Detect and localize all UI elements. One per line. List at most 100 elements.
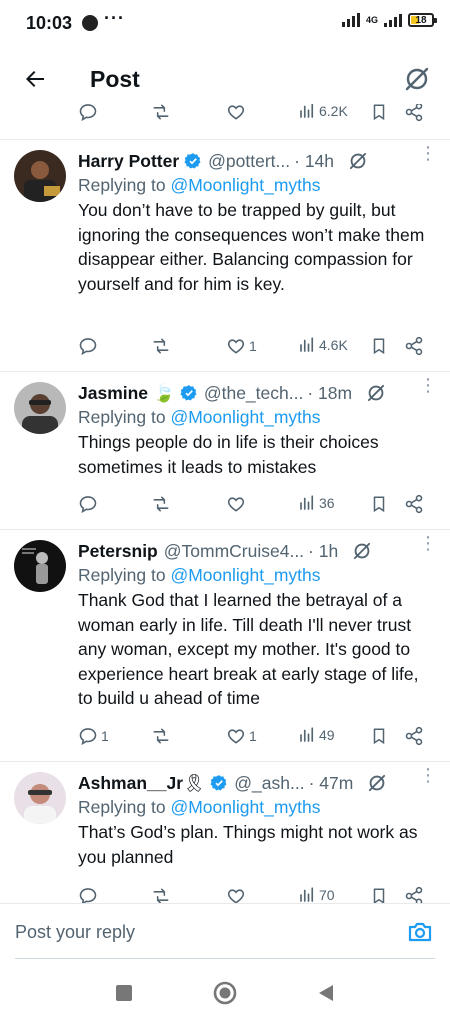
reply-icon	[79, 496, 97, 514]
like-button[interactable]	[226, 886, 246, 903]
post-header: Petersnip @TommCruise4... · 1h	[78, 538, 438, 564]
reply-button[interactable]	[78, 104, 98, 122]
grok-icon[interactable]	[366, 383, 386, 403]
like-button[interactable]: 1	[226, 336, 257, 356]
avatar[interactable]	[14, 382, 66, 434]
reply-input-underline	[15, 958, 435, 959]
mention-link[interactable]: @Moonlight_myths	[170, 565, 320, 585]
like-button[interactable]	[226, 494, 249, 514]
mention-link[interactable]: @Moonlight_myths	[170, 175, 320, 195]
views-button[interactable]: 36	[298, 494, 335, 512]
avatar[interactable]	[14, 150, 66, 202]
post-time[interactable]: · 1h	[308, 541, 338, 562]
reply-post[interactable]: Harry Potter @pottert... · 14h ⋮ Replyin…	[0, 140, 450, 372]
share-button[interactable]	[404, 886, 424, 903]
repost-button[interactable]	[150, 726, 175, 746]
like-icon	[227, 889, 245, 903]
signal-icon-2	[384, 13, 402, 27]
replying-label: Replying to	[78, 175, 166, 195]
bookmark-button[interactable]	[370, 104, 388, 122]
post-header: Ashman__Jr 🎗 @_ash... · 47m	[78, 770, 438, 796]
post-time[interactable]: · 14h	[294, 151, 334, 172]
grok-icon[interactable]	[367, 773, 387, 793]
more-icon[interactable]: ⋮	[418, 530, 438, 556]
bookmark-button[interactable]	[370, 336, 388, 356]
post-header: Harry Potter @pottert... · 14h	[78, 148, 438, 174]
like-icon	[227, 497, 245, 512]
replying-to: Replying to @Moonlight_myths	[78, 797, 321, 818]
reply-button[interactable]	[78, 494, 101, 514]
user-handle[interactable]: @pottert...	[208, 151, 290, 172]
views-button[interactable]: 4.6K	[298, 336, 348, 354]
display-name[interactable]: Petersnip	[78, 541, 158, 562]
more-icon[interactable]: ⋮	[418, 140, 438, 166]
share-button[interactable]	[404, 104, 424, 122]
post-time[interactable]: · 18m	[307, 383, 352, 404]
views-icon	[300, 727, 314, 742]
share-button[interactable]	[404, 726, 424, 746]
verified-badge-icon	[210, 774, 228, 792]
bookmark-button[interactable]	[370, 726, 388, 746]
views-count: 49	[319, 727, 335, 743]
user-handle[interactable]: @TommCruise4...	[164, 541, 304, 562]
share-button[interactable]	[404, 494, 424, 514]
reply-button[interactable]: 1	[78, 726, 109, 746]
reply-post[interactable]: Petersnip @TommCruise4... · 1h ⋮ Replyin…	[0, 530, 450, 762]
previous-post-actions: 6.2K	[0, 104, 450, 140]
camera-button[interactable]	[406, 918, 434, 946]
share-button[interactable]	[404, 336, 424, 356]
views-count: 36	[319, 495, 335, 511]
reply-icon	[79, 338, 97, 356]
replying-to: Replying to @Moonlight_myths	[78, 565, 321, 586]
grok-icon[interactable]	[352, 541, 372, 561]
replying-label: Replying to	[78, 565, 166, 585]
bookmark-icon	[373, 104, 385, 121]
post-text: Thank God that I learned the betrayal of…	[78, 590, 419, 708]
back-button[interactable]	[18, 62, 52, 96]
grok-icon[interactable]	[348, 151, 368, 171]
verified-badge-icon	[180, 384, 198, 402]
reply-button[interactable]	[78, 336, 101, 356]
nav-back-button[interactable]	[314, 981, 338, 1005]
bookmark-icon	[373, 338, 385, 355]
bookmark-button[interactable]	[370, 886, 388, 903]
repost-button[interactable]	[150, 104, 172, 122]
repost-button[interactable]	[150, 494, 175, 514]
avatar[interactable]	[14, 540, 66, 592]
like-button[interactable]: 1	[226, 726, 257, 746]
replying-label: Replying to	[78, 407, 166, 427]
top-app-bar: Post	[0, 46, 450, 110]
display-name[interactable]: Jasmine	[78, 383, 148, 404]
user-handle[interactable]: @_ash...	[234, 773, 304, 794]
display-name[interactable]: Harry Potter	[78, 151, 179, 172]
mention-link[interactable]: @Moonlight_myths	[170, 797, 320, 817]
repost-button[interactable]	[150, 336, 175, 356]
views-count: 4.6K	[319, 337, 348, 353]
system-nav-bar	[0, 963, 450, 1024]
name-emoji: 🎗	[183, 772, 206, 793]
nav-home-button[interactable]	[213, 981, 237, 1005]
bookmark-button[interactable]	[370, 494, 388, 514]
more-icon[interactable]: ⋮	[418, 372, 438, 398]
reply-post[interactable]: Jasmine 🍃 @the_tech... · 18m ⋮ Replying …	[0, 372, 450, 530]
post-text: That’s God’s plan. Things might not work…	[78, 822, 418, 867]
reply-button[interactable]	[78, 886, 98, 903]
mention-link[interactable]: @Moonlight_myths	[170, 407, 320, 427]
views-button[interactable]: 49	[298, 726, 335, 744]
share-icon	[405, 336, 423, 356]
more-icon[interactable]: ⋮	[418, 762, 438, 788]
views-button[interactable]: 6.2K	[298, 104, 348, 120]
reply-post[interactable]: Ashman__Jr 🎗 @_ash... · 47m ⋮ Replying t…	[0, 762, 450, 903]
avatar[interactable]	[14, 772, 66, 824]
nav-recents-button[interactable]	[112, 981, 136, 1005]
like-button[interactable]	[226, 104, 246, 122]
reply-input[interactable]: Post your reply	[15, 922, 135, 943]
grok-button[interactable]	[400, 62, 434, 96]
nav-back-icon	[319, 985, 333, 1001]
post-time[interactable]: · 47m	[309, 773, 354, 794]
repost-button[interactable]	[150, 886, 172, 903]
user-handle[interactable]: @the_tech...	[204, 383, 304, 404]
views-button[interactable]: 70	[298, 886, 335, 903]
repost-icon	[153, 728, 169, 744]
display-name[interactable]: Ashman__Jr	[78, 773, 183, 794]
